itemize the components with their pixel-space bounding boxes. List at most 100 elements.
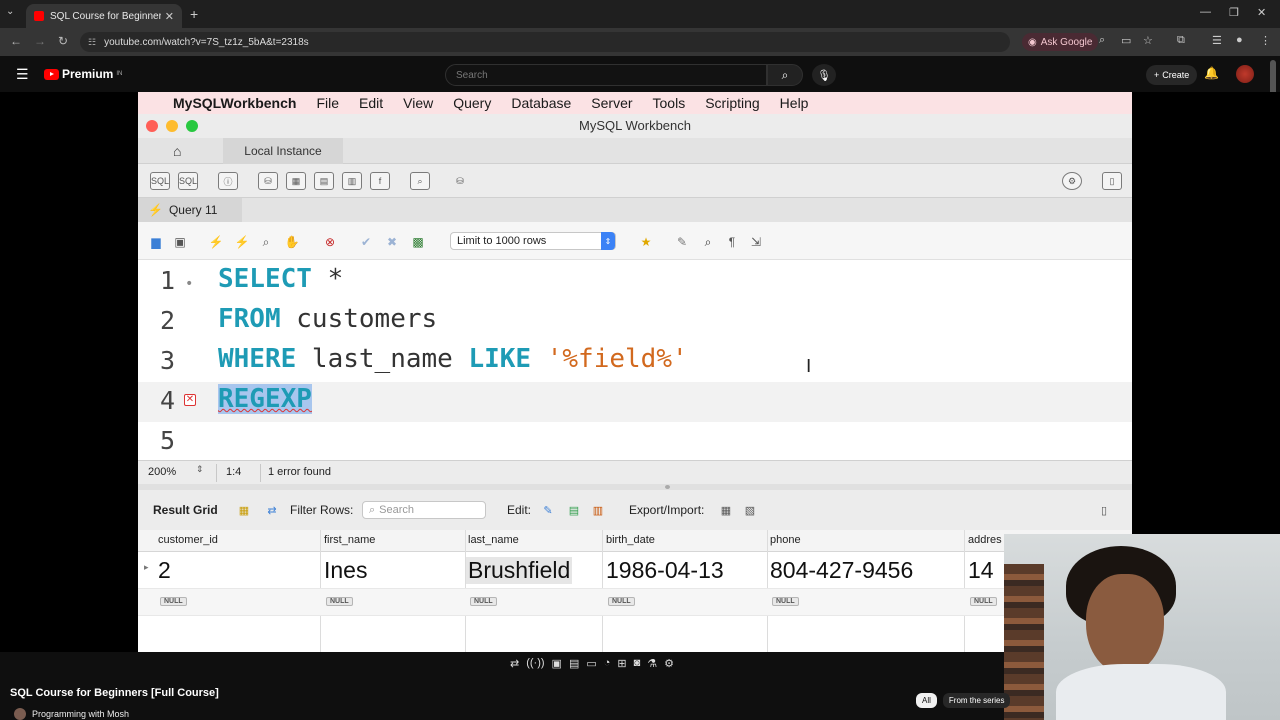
profile-icon[interactable]: ● <box>1236 34 1243 46</box>
new-row-placeholder[interactable]: NULL NULL NULL NULL NULL NULL <box>138 588 1132 616</box>
cast-icon[interactable]: ▭ <box>1121 34 1131 47</box>
subtitles-icon[interactable]: ▣ <box>552 657 562 670</box>
screenshot-icon[interactable]: ◙ <box>634 657 641 670</box>
invisible-chars-icon[interactable]: ¶ <box>724 234 740 250</box>
column-header[interactable]: first_name <box>324 534 375 546</box>
execute-statement-icon[interactable]: ⚡ <box>234 234 250 250</box>
delete-row-icon[interactable]: ▥ <box>590 502 606 518</box>
cell-customer-id[interactable]: 2 <box>158 557 171 584</box>
cell-first-name[interactable]: Ines <box>324 557 367 584</box>
back-icon[interactable]: ← <box>10 34 22 48</box>
browser-tab[interactable]: SQL Course for Beginners [F ✕ <box>26 4 182 28</box>
chip-all[interactable]: All <box>916 693 937 708</box>
commit-icon[interactable]: ✔ <box>358 234 374 250</box>
speed-icon[interactable]: ◔ <box>604 657 611 670</box>
account-avatar[interactable] <box>1236 65 1254 83</box>
refresh-icon[interactable]: ⇄ <box>264 502 280 518</box>
cell-phone[interactable]: 804-427-9456 <box>770 557 913 584</box>
limit-rows-select[interactable]: Limit to 1000 rows ⇕ <box>450 232 616 250</box>
toggle-continue-icon[interactable]: ⊗ <box>322 234 338 250</box>
forward-icon[interactable]: → <box>34 34 46 48</box>
tab-query-11[interactable]: ⚡ Query 11 <box>138 198 242 222</box>
execute-lightning-icon[interactable]: ⚡ <box>208 234 224 250</box>
volume-icon[interactable]: ((·)) <box>526 657 544 670</box>
channel-name[interactable]: Programming with Mosh <box>32 709 129 719</box>
result-grid-label[interactable]: Result Grid <box>153 503 218 517</box>
menu-server[interactable]: Server <box>591 95 632 111</box>
sql-editor[interactable]: 1 • 2 3 4 ✕ 5 SELECT * FROM customers WH… <box>138 260 1132 460</box>
export-icon[interactable]: ▦ <box>718 502 734 518</box>
table-row[interactable]: ▸ 2 Ines Brushfield 1986-04-13 804-427-9… <box>138 552 1132 588</box>
create-view-icon[interactable]: ▤ <box>314 172 334 190</box>
youtube-logo[interactable]: Premium IN <box>44 67 122 81</box>
minimize-window-button[interactable] <box>166 120 178 132</box>
extensions-icon[interactable]: ⧉ <box>1177 34 1185 47</box>
insert-row-icon[interactable]: ▤ <box>566 502 582 518</box>
home-icon[interactable]: ⌂ <box>173 143 181 159</box>
reconnect-icon[interactable]: ⛁ <box>450 172 470 190</box>
grid-view-icon[interactable]: ▦ <box>236 502 252 518</box>
explain-icon[interactable]: ⌕ <box>258 234 274 250</box>
more-menu-icon[interactable]: ⋮ <box>1260 34 1271 47</box>
create-button[interactable]: + Create <box>1146 65 1198 85</box>
settings-gear-icon[interactable]: ⚙ <box>664 657 674 670</box>
menu-help[interactable]: Help <box>780 95 809 111</box>
zoom-window-button[interactable] <box>186 120 198 132</box>
open-sql-script-icon[interactable]: SQL <box>178 172 198 190</box>
menu-edit[interactable]: Edit <box>359 95 383 111</box>
column-header[interactable]: addres <box>968 534 1002 546</box>
wrap-lines-icon[interactable]: ⇲ <box>748 234 764 250</box>
channel-avatar[interactable] <box>14 708 26 720</box>
close-tab-icon[interactable]: ✕ <box>165 10 174 23</box>
menu-query[interactable]: Query <box>453 95 491 111</box>
zoom-level[interactable]: 200% <box>148 466 176 478</box>
toggle-result-panel-icon[interactable]: ▯ <box>1096 502 1112 518</box>
reading-list-icon[interactable]: ☰ <box>1212 34 1222 47</box>
create-schema-icon[interactable]: ⛁ <box>258 172 278 190</box>
add-snippet-star-icon[interactable]: ★ <box>638 234 654 250</box>
zoom-icon[interactable]: ⌕ <box>1099 34 1105 47</box>
cell-birth-date[interactable]: 1986-04-13 <box>606 557 724 584</box>
site-info-icon[interactable]: ☷ <box>88 37 96 48</box>
chip-from-series[interactable]: From the series <box>942 693 1011 708</box>
lab-icon[interactable]: ⚗ <box>647 657 657 670</box>
edit-cell-icon[interactable]: ✎ <box>540 502 556 518</box>
search-button[interactable]: ⌕ <box>767 64 803 86</box>
import-icon[interactable]: ▧ <box>742 502 758 518</box>
clip-icon[interactable]: ⊞ <box>617 657 626 670</box>
create-procedure-icon[interactable]: ▥ <box>342 172 362 190</box>
tab-search-icon[interactable]: ⌄ <box>6 6 14 17</box>
column-header[interactable]: last_name <box>468 534 519 546</box>
cell-last-name[interactable]: Brushfield <box>466 557 573 584</box>
column-header[interactable]: birth_date <box>606 534 655 546</box>
find-icon[interactable]: ⌕ <box>700 234 716 250</box>
minimize-icon[interactable]: — <box>1200 6 1211 18</box>
new-sql-tab-icon[interactable]: SQL <box>150 172 170 190</box>
zoom-stepper-icon[interactable]: ⇕ <box>196 464 204 475</box>
selected-keyword-regexp[interactable]: REGEXP <box>218 384 312 414</box>
search-table-data-icon[interactable]: ⌕ <box>410 172 430 190</box>
inspector-icon[interactable]: ⓘ <box>218 172 238 190</box>
create-table-icon[interactable]: ▦ <box>286 172 306 190</box>
close-window-button[interactable] <box>146 120 158 132</box>
menu-view[interactable]: View <box>403 95 433 111</box>
save-icon[interactable]: ▣ <box>172 234 188 250</box>
filter-rows-input[interactable]: ⌕ Search <box>362 501 486 519</box>
create-function-icon[interactable]: f <box>370 172 390 190</box>
cell-address[interactable]: 14 <box>968 557 994 584</box>
notifications-bell-icon[interactable]: 🔔 <box>1204 66 1219 80</box>
menu-database[interactable]: Database <box>511 95 571 111</box>
chapters-icon[interactable]: ▤ <box>569 657 579 670</box>
column-header[interactable]: customer_id <box>158 534 218 546</box>
hamburger-menu-icon[interactable]: ☰ <box>16 66 29 83</box>
menu-file[interactable]: File <box>316 95 339 111</box>
close-window-icon[interactable]: ✕ <box>1257 6 1266 19</box>
toggle-sidebar-icon[interactable]: ▯ <box>1102 172 1122 190</box>
ask-google-button[interactable]: ◉ Ask Google <box>1022 33 1099 51</box>
tab-local-instance[interactable]: Local Instance <box>223 138 343 164</box>
column-header[interactable]: phone <box>770 534 801 546</box>
maximize-icon[interactable]: ❐ <box>1229 6 1239 19</box>
new-tab-icon[interactable]: + <box>190 6 198 22</box>
open-folder-icon[interactable]: ▆ <box>148 234 164 250</box>
menu-tools[interactable]: Tools <box>653 95 686 111</box>
